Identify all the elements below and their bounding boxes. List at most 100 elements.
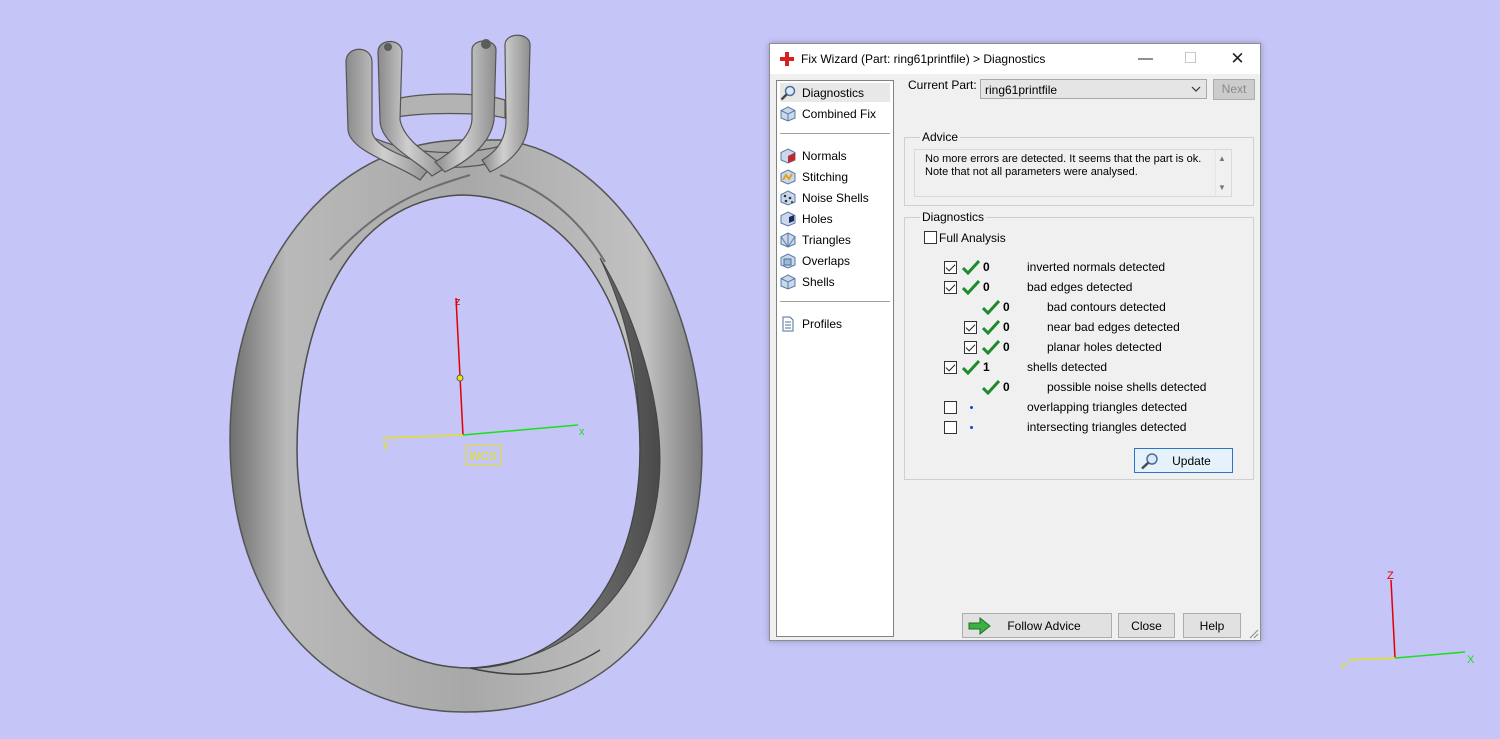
sidebar-item-holes[interactable]: Holes (780, 209, 890, 228)
follow-advice-label: Follow Advice (1007, 618, 1081, 633)
wcs-label: WCS (469, 449, 497, 463)
bad-edges-label: bad edges detected (1027, 280, 1133, 294)
sidebar-item-label: Noise Shells (802, 190, 869, 205)
inverted-normals-label: inverted normals detected (1027, 260, 1166, 274)
cube-icon (780, 105, 796, 122)
shells-icon (780, 273, 796, 290)
intersecting-triangles-label: intersecting triangles detected (1027, 420, 1187, 434)
noise-shells-count: 0 (1003, 380, 1010, 394)
check-ok-icon (962, 359, 980, 375)
full-analysis-label: Full Analysis (939, 231, 1006, 245)
inverted-normals-checkbox[interactable] (944, 261, 957, 274)
triangles-icon (780, 231, 796, 248)
shells-label: shells detected (1027, 360, 1108, 374)
holes-icon (780, 210, 796, 227)
check-ok-icon (982, 379, 1000, 395)
magnifier-icon (1141, 453, 1158, 470)
wcs-y-label: y (383, 439, 389, 451)
profiles-icon (782, 316, 794, 331)
planar-holes-count: 0 (1003, 340, 1010, 354)
normals-icon (780, 147, 796, 164)
bad-contours-count: 0 (1003, 300, 1010, 314)
title-bar[interactable]: Fix Wizard (Part: ring61printfile) > Dia… (770, 44, 1260, 74)
intersecting-triangles-checkbox[interactable] (944, 421, 957, 434)
shells-checkbox[interactable] (944, 361, 957, 374)
bad-edges-count: 0 (983, 280, 990, 294)
current-part-label: Current Part: (908, 78, 977, 92)
bad-contours-label: bad contours detected (1047, 300, 1166, 314)
resize-grip-icon[interactable] (1249, 629, 1259, 639)
mini-z-label: Z (1387, 570, 1394, 582)
sidebar-item-label: Overlaps (802, 253, 851, 268)
mini-x-label: X (1467, 654, 1475, 666)
sidebar-item-label: Profiles (802, 316, 843, 331)
sidebar-item-label: Combined Fix (802, 106, 877, 121)
follow-advice-button[interactable]: Follow Advice (962, 613, 1112, 638)
sidebar-divider (780, 133, 890, 134)
close-window-button[interactable]: ✕ (1215, 44, 1260, 74)
update-label: Update (1172, 453, 1211, 468)
magnifier-icon (780, 85, 796, 100)
sidebar-item-normals[interactable]: Normals (780, 146, 890, 165)
sidebar-item-noise-shells[interactable]: Noise Shells (780, 188, 890, 207)
sidebar-item-label: Stitching (802, 169, 849, 184)
close-button[interactable]: Close (1118, 613, 1175, 638)
sidebar-item-triangles[interactable]: Triangles (780, 230, 890, 249)
pending-dot-icon (970, 426, 973, 429)
arrow-right-icon (968, 617, 991, 635)
advice-text: No more errors are detected. It seems th… (925, 153, 1210, 179)
sidebar-item-diagnostics[interactable]: Diagnostics (780, 83, 890, 102)
window-title: Fix Wizard (Part: ring61printfile) > Dia… (801, 52, 1046, 66)
current-part-select[interactable]: ring61printfile (980, 79, 1207, 99)
sidebar-item-label: Shells (802, 274, 835, 289)
planar-holes-label: planar holes detected (1047, 340, 1162, 354)
noise-shells-label: possible noise shells detected (1047, 380, 1207, 394)
next-button[interactable]: Next (1213, 79, 1255, 100)
app-cross-icon (780, 52, 794, 66)
noise-shells-icon (780, 189, 796, 206)
planar-holes-checkbox[interactable] (964, 341, 977, 354)
help-button[interactable]: Help (1183, 613, 1241, 638)
ring-model: z y x WCS Z Y X (229, 34, 1475, 713)
wizard-sidebar: Diagnostics Combined Fix Normals Stitchi… (776, 80, 894, 637)
sidebar-item-overlaps[interactable]: Overlaps (780, 251, 890, 270)
stitching-icon (780, 168, 796, 185)
check-ok-icon (962, 279, 980, 295)
near-bad-edges-label: near bad edges detected (1047, 320, 1180, 334)
wcs-z-label: z (455, 296, 461, 308)
pending-dot-icon (970, 406, 973, 409)
minimize-button[interactable]: — (1123, 44, 1168, 74)
sidebar-item-stitching[interactable]: Stitching (780, 167, 890, 186)
sidebar-item-label: Holes (802, 211, 833, 226)
sidebar-item-label: Diagnostics (802, 85, 865, 100)
advice-line-2: Note that not all parameters were analys… (925, 166, 1138, 178)
sidebar-item-label: Triangles (802, 232, 851, 247)
check-ok-icon (962, 259, 980, 275)
advice-scrollbar[interactable]: ▲ ▼ (1215, 150, 1231, 196)
bad-edges-checkbox[interactable] (944, 281, 957, 294)
advice-line-1: No more errors are detected. It seems th… (925, 153, 1202, 165)
3d-viewport[interactable]: z y x WCS Z Y X (0, 0, 1500, 739)
shells-count: 1 (983, 360, 990, 374)
mini-y-label: Y (1340, 661, 1348, 673)
check-ok-icon (982, 339, 1000, 355)
overlapping-triangles-checkbox[interactable] (944, 401, 957, 414)
full-analysis-checkbox[interactable] (924, 231, 937, 244)
inverted-normals-count: 0 (983, 260, 990, 274)
advice-legend: Advice (920, 130, 961, 144)
sidebar-item-profiles[interactable]: Profiles (780, 314, 890, 333)
overlaps-icon (780, 252, 796, 269)
overlapping-triangles-label: overlapping triangles detected (1027, 400, 1188, 414)
check-ok-icon (982, 319, 1000, 335)
sidebar-item-combined-fix[interactable]: Combined Fix (780, 104, 890, 123)
sidebar-item-shells[interactable]: Shells (780, 272, 890, 291)
scroll-down-icon[interactable]: ▼ (1218, 183, 1226, 192)
scroll-up-icon[interactable]: ▲ (1218, 154, 1226, 163)
maximize-button[interactable]: ☐ (1168, 44, 1213, 74)
check-ok-icon (982, 299, 1000, 315)
diagnostics-legend: Diagnostics (920, 210, 987, 224)
advice-text-box: No more errors are detected. It seems th… (914, 149, 1232, 197)
update-button[interactable]: Update (1134, 448, 1233, 473)
sidebar-item-label: Normals (802, 148, 847, 163)
near-bad-edges-checkbox[interactable] (964, 321, 977, 334)
